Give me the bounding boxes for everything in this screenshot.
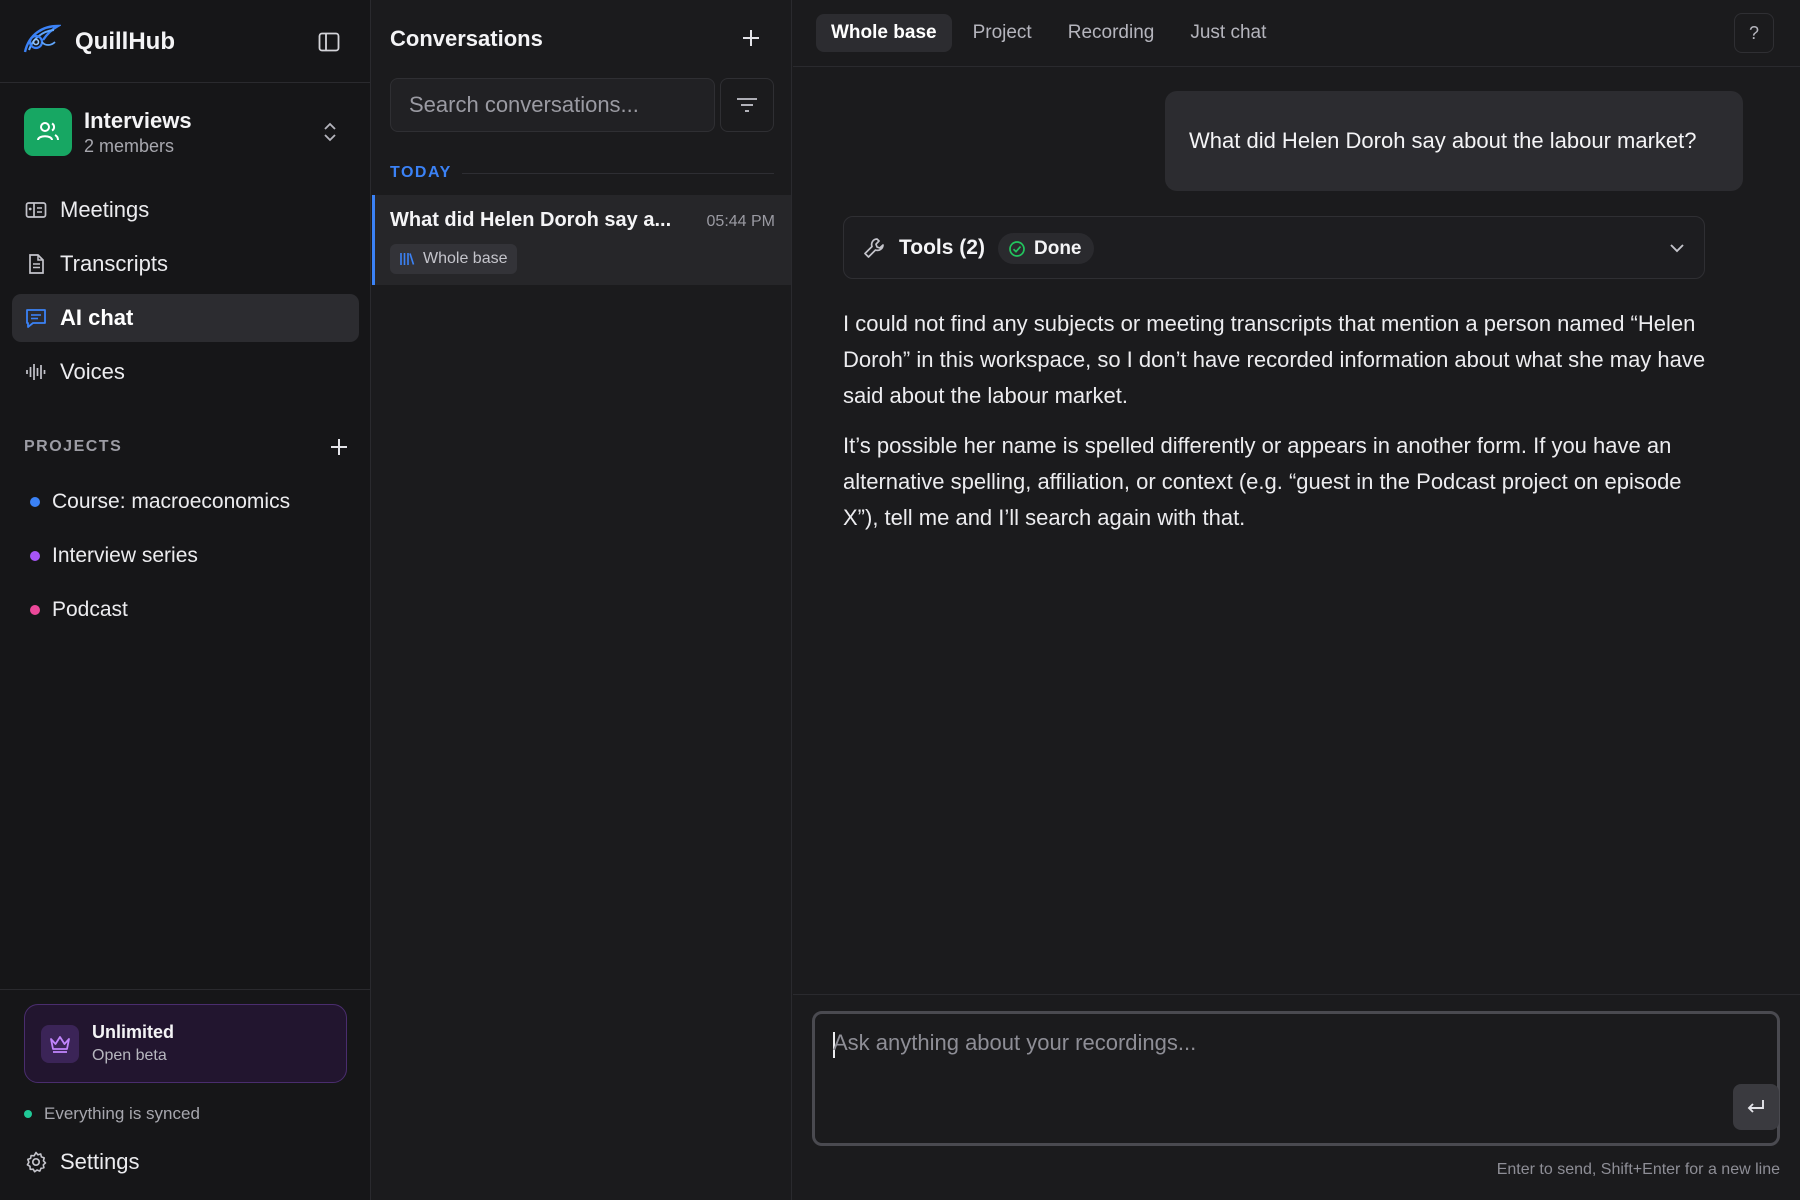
check-circle-icon (1009, 240, 1025, 257)
main-nav: Meetings Transcripts AI chat Voices (12, 186, 359, 402)
plan-card[interactable]: Unlimited Open beta (24, 1004, 347, 1083)
user-message: What did Helen Doroh say about the labou… (1165, 91, 1743, 191)
add-project-button[interactable] (328, 436, 350, 458)
tools-label: Tools (2) (899, 236, 985, 259)
quillhub-logo-icon[interactable] (21, 22, 61, 58)
scope-tabs: Whole base Project Recording Just chat (816, 14, 1287, 52)
nav-label-voices: Voices (60, 359, 125, 384)
chevron-down-icon (1668, 239, 1686, 257)
send-button[interactable] (1733, 1084, 1779, 1130)
projects-title: PROJECTS (24, 438, 123, 455)
chevron-up-down-icon (322, 120, 338, 144)
conversations-panel: Conversations TODAY What did Helen Doroh… (372, 0, 792, 1200)
nav-item-meetings[interactable]: Meetings (12, 186, 359, 234)
composer-hint: Enter to send, Shift+Enter for a new lin… (1496, 1161, 1780, 1178)
enter-icon (1747, 1100, 1764, 1113)
nav-label-ai-chat: AI chat (60, 305, 134, 330)
tab-just-chat[interactable]: Just chat (1175, 14, 1281, 52)
project-item-podcast[interactable]: Podcast (24, 583, 350, 637)
help-button[interactable]: ? (1734, 13, 1774, 53)
search-conversations-input[interactable] (390, 78, 715, 132)
nav-item-ai-chat[interactable]: AI chat (12, 294, 359, 342)
settings-button[interactable]: Settings (24, 1142, 140, 1182)
tools-panel[interactable]: Tools (2) Done (843, 216, 1705, 279)
conversation-time: 05:44 PM (706, 213, 775, 230)
project-item-interview-series[interactable]: Interview series (24, 529, 350, 583)
new-conversation-button[interactable] (739, 26, 763, 50)
sync-status-text: Everything is synced (44, 1104, 200, 1123)
sidebar: QuillHub Interviews 2 members Meetings T… (0, 0, 371, 1200)
filter-button[interactable] (720, 78, 774, 132)
document-icon (24, 252, 48, 276)
conversation-scope-tag: Whole base (390, 244, 517, 274)
workspace-name: Interviews (84, 108, 192, 133)
assistant-paragraph: It’s possible her name is spelled differ… (843, 433, 1682, 530)
waveform-icon (24, 360, 48, 384)
nav-label-meetings: Meetings (60, 197, 150, 222)
app-name: QuillHub (75, 28, 175, 55)
projects-header: PROJECTS (24, 438, 350, 462)
chat-input[interactable] (833, 1030, 1713, 1090)
workspace-switcher[interactable]: Interviews 2 members (24, 108, 350, 158)
project-color-dot (30, 497, 40, 507)
composer-area: Enter to send, Shift+Enter for a new lin… (793, 994, 1800, 1200)
brand-header: QuillHub (0, 0, 371, 83)
plan-subtitle: Open beta (92, 1047, 167, 1064)
sync-status-dot (24, 1110, 32, 1118)
library-icon (400, 253, 415, 265)
plan-title: Unlimited (92, 1022, 175, 1042)
conversation-item[interactable]: What did Helen Doroh say a... 05:44 PM W… (372, 195, 791, 285)
users-icon (37, 122, 59, 141)
tools-status-badge: Done (998, 233, 1094, 264)
settings-label: Settings (60, 1149, 140, 1174)
conversation-title: What did Helen Doroh say a... (390, 209, 672, 231)
assistant-paragraph: I could not find any subjects or meeting… (843, 311, 1706, 408)
workspace-avatar (24, 108, 72, 156)
project-color-dot (30, 551, 40, 561)
conversation-scope-label: Whole base (423, 250, 508, 267)
conversations-title: Conversations (390, 26, 543, 51)
workspace-members: 2 members (84, 136, 175, 156)
project-label: Podcast (52, 598, 128, 621)
project-item-macroeconomics[interactable]: Course: macroeconomics (24, 475, 350, 529)
composer (812, 1011, 1780, 1146)
assistant-message: I could not find any subjects or meeting… (843, 306, 1713, 550)
wrench-icon (862, 236, 886, 260)
gear-icon (24, 1150, 48, 1174)
chat-topbar: Whole base Project Recording Just chat ? (793, 0, 1800, 67)
group-divider (462, 173, 774, 174)
nav-item-transcripts[interactable]: Transcripts (12, 240, 359, 288)
project-label: Interview series (52, 544, 198, 567)
sidebar-footer: Unlimited Open beta Everything is synced… (0, 989, 371, 1200)
sync-status: Everything is synced (24, 1104, 200, 1124)
meetings-icon (24, 198, 48, 222)
nav-item-voices[interactable]: Voices (12, 348, 359, 396)
nav-label-transcripts: Transcripts (60, 251, 168, 276)
tab-recording[interactable]: Recording (1053, 14, 1170, 52)
filter-icon (737, 98, 757, 112)
chat-icon (24, 306, 48, 330)
tab-project[interactable]: Project (958, 14, 1047, 52)
tools-status-text: Done (1034, 237, 1082, 259)
chat-panel: Whole base Project Recording Just chat ?… (793, 0, 1800, 1200)
tab-whole-base[interactable]: Whole base (816, 14, 952, 52)
project-list: Course: macroeconomics Interview series … (24, 475, 350, 637)
group-label-today: TODAY (390, 164, 452, 181)
plus-icon (743, 30, 759, 46)
project-color-dot (30, 605, 40, 615)
plus-icon (331, 439, 347, 455)
sidebar-toggle-icon (318, 32, 340, 52)
project-label: Course: macroeconomics (52, 490, 291, 513)
crown-icon (41, 1025, 79, 1063)
collapse-sidebar-button[interactable] (312, 28, 346, 56)
